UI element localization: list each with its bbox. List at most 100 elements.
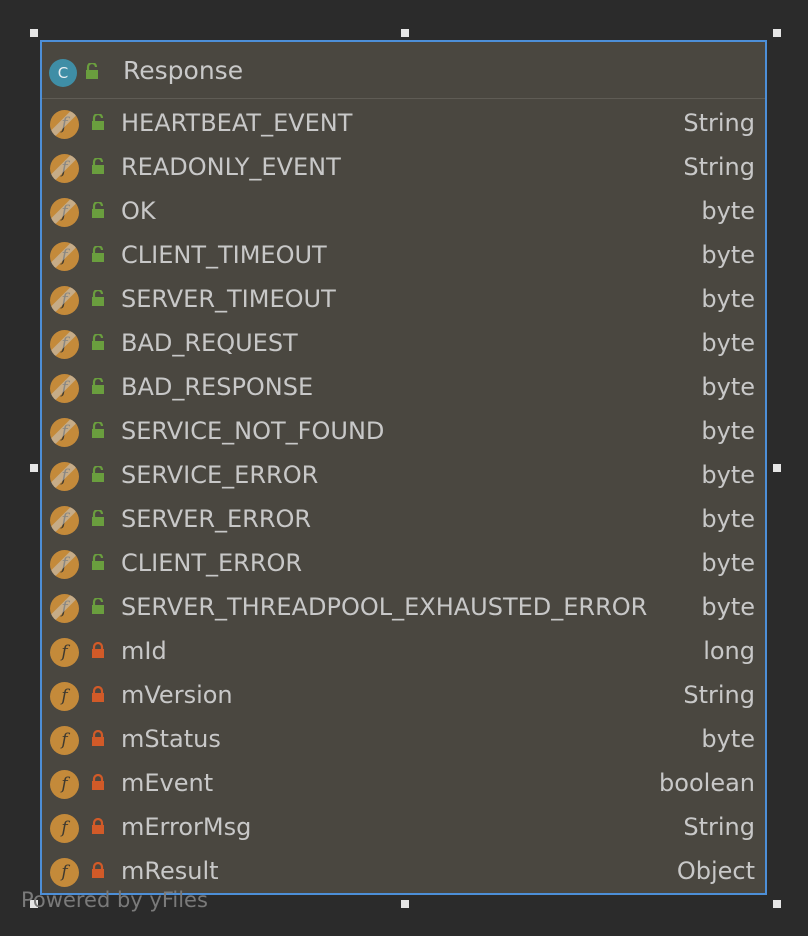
resize-handle-top-left[interactable] <box>30 29 38 37</box>
field-row[interactable]: f CLIENT_ERROR byte <box>42 542 767 586</box>
static-field-icon: f <box>50 154 79 183</box>
field-row[interactable]: f BAD_RESPONSE byte <box>42 366 767 410</box>
field-name: HEARTBEAT_EVENT <box>121 109 353 137</box>
field-icon: f <box>50 858 79 887</box>
field-type: long <box>703 637 755 665</box>
field-type: byte <box>701 461 755 489</box>
public-lock-icon <box>92 202 104 218</box>
static-field-icon: f <box>50 418 79 447</box>
field-row[interactable]: f mStatus byte <box>42 718 767 762</box>
field-type: String <box>683 109 755 137</box>
field-type: byte <box>701 197 755 225</box>
public-lock-icon <box>92 422 104 438</box>
resize-handle-middle-left[interactable] <box>30 464 38 472</box>
field-type: byte <box>701 725 755 753</box>
field-name: mErrorMsg <box>121 813 252 841</box>
public-lock-icon <box>92 246 104 262</box>
field-row[interactable]: f HEARTBEAT_EVENT String <box>42 102 767 146</box>
field-row[interactable]: f SERVER_THREADPOOL_EXHAUSTED_ERROR byte <box>42 586 767 630</box>
resize-handle-middle-right[interactable] <box>773 464 781 472</box>
field-icon: f <box>50 814 79 843</box>
field-type: Object <box>676 857 755 885</box>
private-lock-icon <box>92 774 104 790</box>
field-icon: f <box>50 770 79 799</box>
field-type: byte <box>701 417 755 445</box>
public-lock-icon <box>92 378 104 394</box>
class-name: Response <box>123 56 244 85</box>
field-name: SERVER_ERROR <box>121 505 312 533</box>
field-name: CLIENT_TIMEOUT <box>121 241 327 269</box>
static-field-icon: f <box>50 506 79 535</box>
class-node[interactable]: C Response f HEARTBEAT_EVENT String f READON… <box>40 40 767 895</box>
field-name: SERVICE_ERROR <box>121 461 319 489</box>
field-name: mId <box>121 637 167 665</box>
field-row[interactable]: f SERVER_ERROR byte <box>42 498 767 542</box>
private-lock-icon <box>92 862 104 878</box>
field-name: READONLY_EVENT <box>121 153 341 181</box>
field-row[interactable]: f mEvent boolean <box>42 762 767 806</box>
field-name: mResult <box>121 857 219 885</box>
field-type: String <box>683 681 755 709</box>
field-row[interactable]: f mVersion String <box>42 674 767 718</box>
public-lock-icon <box>92 554 104 570</box>
field-type: byte <box>701 329 755 357</box>
field-row[interactable]: f CLIENT_TIMEOUT byte <box>42 234 767 278</box>
private-lock-icon <box>92 818 104 834</box>
field-type: byte <box>701 241 755 269</box>
static-field-icon: f <box>50 550 79 579</box>
static-field-icon: f <box>50 594 79 623</box>
field-name: SERVICE_NOT_FOUND <box>121 417 385 445</box>
resize-handle-top-right[interactable] <box>773 29 781 37</box>
field-row[interactable]: f BAD_REQUEST byte <box>42 322 767 366</box>
field-name: SERVER_THREADPOOL_EXHAUSTED_ERROR <box>121 593 648 621</box>
public-lock-icon <box>92 158 104 174</box>
field-name: CLIENT_ERROR <box>121 549 303 577</box>
static-field-icon: f <box>50 242 79 271</box>
static-field-icon: f <box>50 286 79 315</box>
field-type: byte <box>701 285 755 313</box>
field-name: mStatus <box>121 725 221 753</box>
public-lock-icon <box>92 290 104 306</box>
private-lock-icon <box>92 642 104 658</box>
public-lock-icon <box>92 334 104 350</box>
field-name: SERVER_TIMEOUT <box>121 285 336 313</box>
static-field-icon: f <box>50 462 79 491</box>
field-type: String <box>683 153 755 181</box>
static-field-icon: f <box>50 374 79 403</box>
public-lock-icon <box>86 63 98 79</box>
public-lock-icon <box>92 114 104 130</box>
resize-handle-bottom-right[interactable] <box>773 900 781 908</box>
field-row[interactable]: f OK byte <box>42 190 767 234</box>
static-field-icon: f <box>50 110 79 139</box>
field-row[interactable]: f READONLY_EVENT String <box>42 146 767 190</box>
field-name: OK <box>121 197 156 225</box>
field-type: boolean <box>659 769 755 797</box>
static-field-icon: f <box>50 330 79 359</box>
field-name: BAD_REQUEST <box>121 329 298 357</box>
field-type: byte <box>701 373 755 401</box>
resize-handle-top-center[interactable] <box>401 29 409 37</box>
class-header: C Response <box>42 42 765 99</box>
field-type: byte <box>701 593 755 621</box>
field-icon: f <box>50 726 79 755</box>
public-lock-icon <box>92 598 104 614</box>
field-type: byte <box>701 505 755 533</box>
private-lock-icon <box>92 730 104 746</box>
field-name: mVersion <box>121 681 233 709</box>
field-type: byte <box>701 549 755 577</box>
public-lock-icon <box>92 510 104 526</box>
field-row[interactable]: f SERVICE_NOT_FOUND byte <box>42 410 767 454</box>
class-icon: C <box>49 59 77 87</box>
resize-handle-bottom-center[interactable] <box>401 900 409 908</box>
field-icon: f <box>50 682 79 711</box>
field-name: mEvent <box>121 769 214 797</box>
static-field-icon: f <box>50 198 79 227</box>
field-row[interactable]: f SERVER_TIMEOUT byte <box>42 278 767 322</box>
field-row[interactable]: f SERVICE_ERROR byte <box>42 454 767 498</box>
field-icon: f <box>50 638 79 667</box>
field-type: String <box>683 813 755 841</box>
field-name: BAD_RESPONSE <box>121 373 314 401</box>
field-row[interactable]: f mId long <box>42 630 767 674</box>
field-row[interactable]: f mErrorMsg String <box>42 806 767 850</box>
powered-by-watermark: Powered by yFiles <box>21 888 208 912</box>
